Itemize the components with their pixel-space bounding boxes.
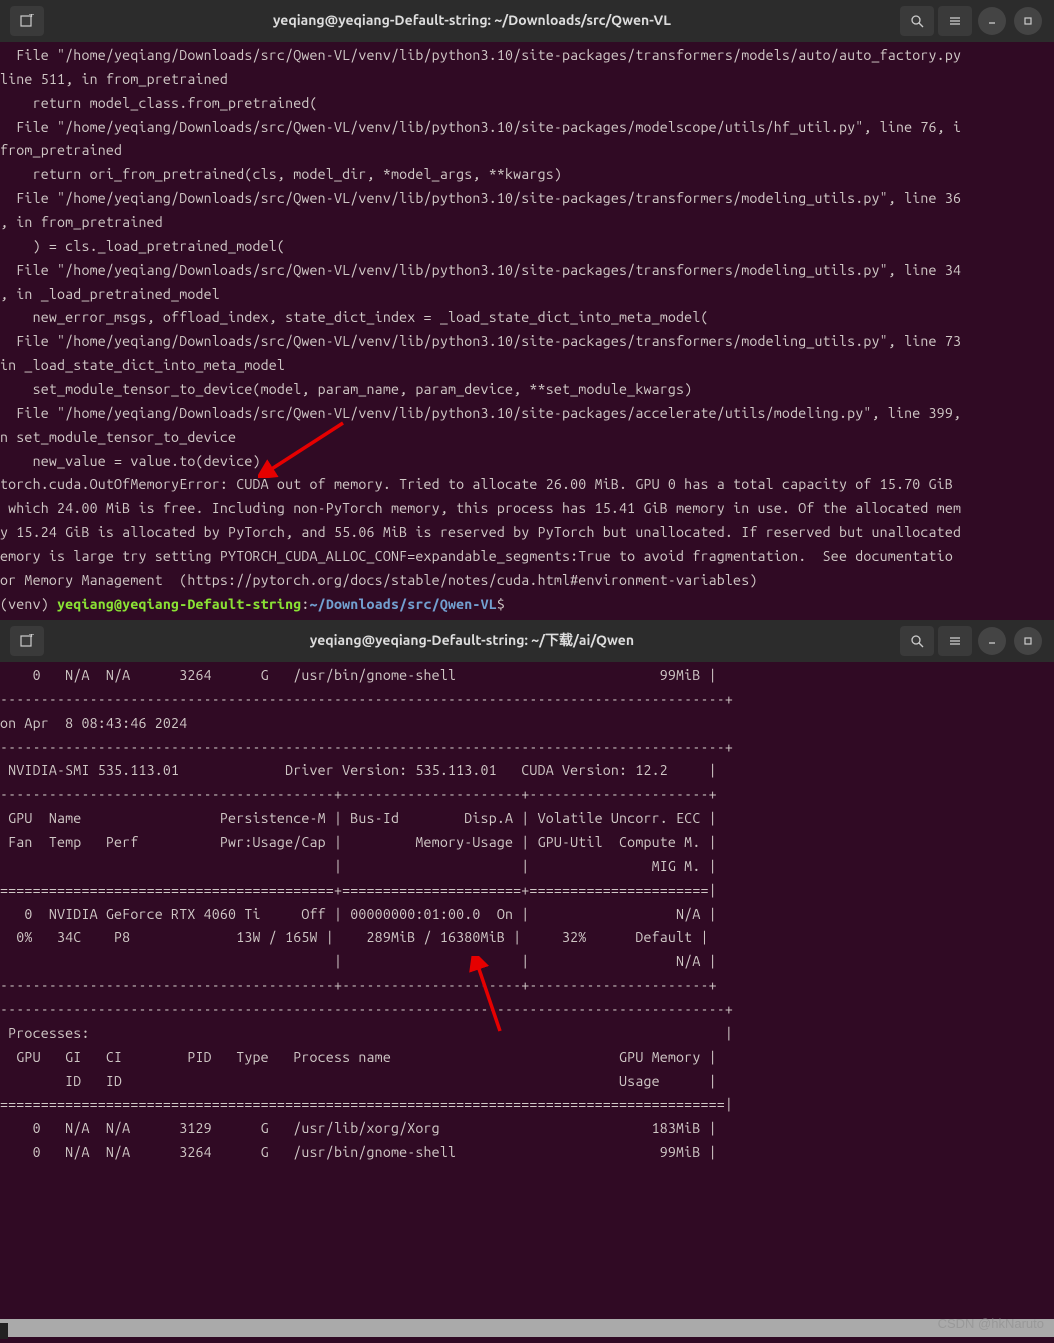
terminal-line: emory is large try setting PYTORCH_CUDA_… <box>0 545 1054 569</box>
nvidia-smi-line: | | MIG M. | <box>0 855 1054 879</box>
nvidia-smi-line: ----------------------------------------… <box>0 736 1054 760</box>
nvidia-smi-line: 0 N/A N/A 3129 G /usr/lib/xorg/Xorg 183M… <box>0 1117 1054 1141</box>
nvidia-smi-line: Processes: | <box>0 1022 1054 1046</box>
titlebar-top: yeqiang@yeqiang-Default-string: ~/Downlo… <box>0 0 1054 42</box>
nvidia-smi-line: ----------------------------------------… <box>0 688 1054 712</box>
nvidia-smi-line: Fan Temp Perf Pwr:Usage/Cap | Memory-Usa… <box>0 831 1054 855</box>
maximize-button-bottom[interactable] <box>1014 627 1042 655</box>
terminal-line: or Memory Management (https://pytorch.or… <box>0 569 1054 593</box>
terminal-line: return model_class.from_pretrained( <box>0 92 1054 116</box>
terminal-line: File "/home/yeqiang/Downloads/src/Qwen-V… <box>0 259 1054 283</box>
nvidia-smi-line: 0 N/A N/A 3264 G /usr/bin/gnome-shell 99… <box>0 664 1054 688</box>
window-title-top: yeqiang@yeqiang-Default-string: ~/Downlo… <box>46 9 898 33</box>
nvidia-smi-line: ========================================… <box>0 1093 1054 1117</box>
search-button-bottom[interactable] <box>900 626 934 656</box>
terminal-line: new_value = value.to(device) <box>0 450 1054 474</box>
terminal-output-bottom[interactable]: 0 N/A N/A 3264 G /usr/bin/gnome-shell 99… <box>0 662 1054 1165</box>
prompt-line[interactable]: (venv) yeqiang@yeqiang-Default-string:~/… <box>0 593 1054 617</box>
minimize-button-bottom[interactable] <box>978 627 1006 655</box>
terminal-line: File "/home/yeqiang/Downloads/src/Qwen-V… <box>0 44 1054 68</box>
nvidia-smi-line: ========================================… <box>0 879 1054 903</box>
terminal-line: set_module_tensor_to_device(model, param… <box>0 378 1054 402</box>
terminal-line: n set_module_tensor_to_device <box>0 426 1054 450</box>
terminal-output-top[interactable]: File "/home/yeqiang/Downloads/src/Qwen-V… <box>0 42 1054 617</box>
terminal-line: , in from_pretrained <box>0 211 1054 235</box>
new-tab-button[interactable] <box>10 6 44 36</box>
terminal-line: in _load_state_dict_into_meta_model <box>0 354 1054 378</box>
nvidia-smi-line: ----------------------------------------… <box>0 783 1054 807</box>
terminal-line: File "/home/yeqiang/Downloads/src/Qwen-V… <box>0 402 1054 426</box>
nvidia-smi-line: ----------------------------------------… <box>0 998 1054 1022</box>
terminal-line: from_pretrained <box>0 139 1054 163</box>
nvidia-smi-line: NVIDIA-SMI 535.113.01 Driver Version: 53… <box>0 759 1054 783</box>
terminal-line: torch.cuda.OutOfMemoryError: CUDA out of… <box>0 473 1054 497</box>
prompt-user: yeqiang@yeqiang-Default-string <box>57 596 301 612</box>
terminal-line: ) = cls._load_pretrained_model( <box>0 235 1054 259</box>
terminal-line: File "/home/yeqiang/Downloads/src/Qwen-V… <box>0 116 1054 140</box>
window-title-bottom: yeqiang@yeqiang-Default-string: ~/下载/ai/… <box>46 629 898 653</box>
nvidia-smi-line: ----------------------------------------… <box>0 974 1054 998</box>
nvidia-smi-line: 0% 34C P8 13W / 165W | 289MiB / 16380MiB… <box>0 926 1054 950</box>
nvidia-smi-line: | | N/A | <box>0 950 1054 974</box>
terminal-line: new_error_msgs, offload_index, state_dic… <box>0 306 1054 330</box>
nvidia-smi-line: ID ID Usage | <box>0 1070 1054 1094</box>
minimize-button-top[interactable] <box>978 7 1006 35</box>
nvidia-smi-line: 0 NVIDIA GeForce RTX 4060 Ti Off | 00000… <box>0 903 1054 927</box>
terminal-line: , in _load_pretrained_model <box>0 283 1054 307</box>
terminal-line: File "/home/yeqiang/Downloads/src/Qwen-V… <box>0 330 1054 354</box>
new-tab-button-bottom[interactable] <box>10 626 44 656</box>
maximize-button-top[interactable] <box>1014 7 1042 35</box>
titlebar-bottom: yeqiang@yeqiang-Default-string: ~/下载/ai/… <box>0 620 1054 662</box>
terminal-line: File "/home/yeqiang/Downloads/src/Qwen-V… <box>0 187 1054 211</box>
nvidia-smi-line: GPU GI CI PID Type Process name GPU Memo… <box>0 1046 1054 1070</box>
terminal-line: line 511, in from_pretrained <box>0 68 1054 92</box>
prompt-dollar: $ <box>497 596 513 612</box>
search-button-top[interactable] <box>900 6 934 36</box>
terminal-line: y 15.24 GiB is allocated by PyTorch, and… <box>0 521 1054 545</box>
terminal-line: which 24.00 MiB is free. Including non-P… <box>0 497 1054 521</box>
nvidia-smi-line: GPU Name Persistence-M | Bus-Id Disp.A |… <box>0 807 1054 831</box>
menu-button-top[interactable] <box>938 6 972 36</box>
prompt-sep: : <box>301 596 309 612</box>
menu-button-bottom[interactable] <box>938 626 972 656</box>
terminal-line: return ori_from_pretrained(cls, model_di… <box>0 163 1054 187</box>
prompt-path: ~/Downloads/src/Qwen-VL <box>310 596 497 612</box>
watermark: CSDN @hkNaruto <box>938 1313 1044 1335</box>
nvidia-smi-line: on Apr 8 08:43:46 2024 <box>0 712 1054 736</box>
nvidia-smi-line: 0 N/A N/A 3264 G /usr/bin/gnome-shell 99… <box>0 1141 1054 1165</box>
cursor-line <box>0 1319 1054 1337</box>
venv-prefix: (venv) <box>0 596 57 612</box>
